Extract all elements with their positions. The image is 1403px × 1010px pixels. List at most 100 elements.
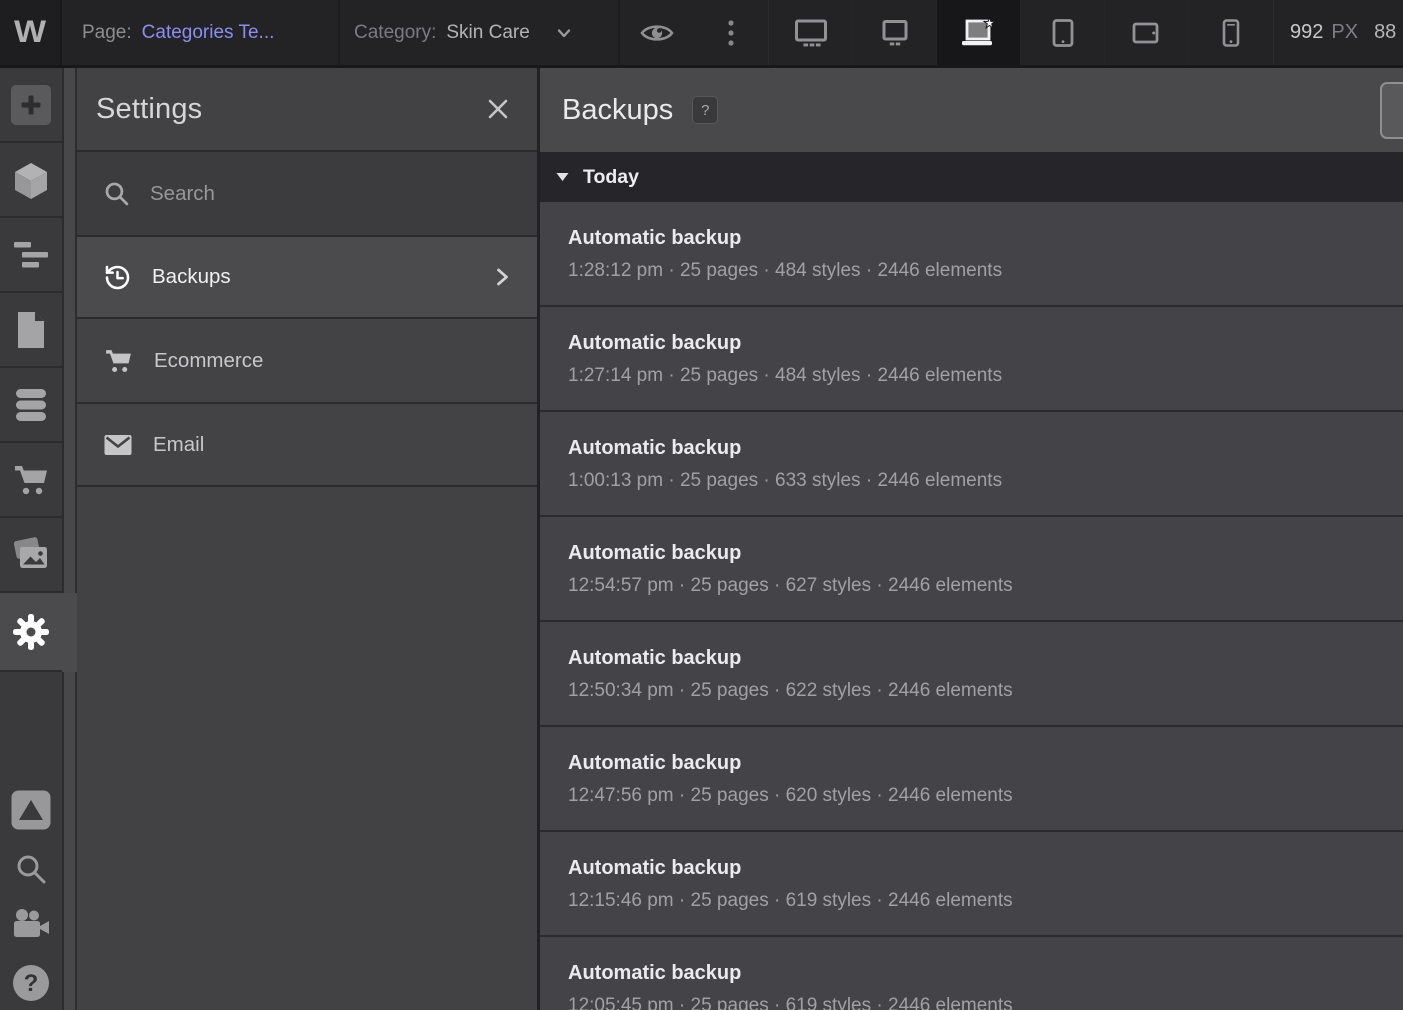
backup-item[interactable]: Automatic backup 12:05:45 pm · 25 pages … <box>540 937 1403 1010</box>
category-label: Category: <box>354 22 436 44</box>
more-menu-button[interactable] <box>693 0 768 65</box>
preview-button[interactable] <box>618 0 693 65</box>
backup-item-meta: 12:54:57 pm · 25 pages · 627 styles · 24… <box>568 575 1383 597</box>
breakpoint-tablet[interactable] <box>1021 0 1105 65</box>
settings-button-active[interactable] <box>0 593 62 672</box>
canvas-zoom-value[interactable]: 88 <box>1374 21 1396 44</box>
backup-item[interactable]: Automatic backup 1:27:14 pm · 25 pages ·… <box>540 307 1403 412</box>
backup-item[interactable]: Automatic backup 1:28:12 pm · 25 pages ·… <box>540 202 1403 307</box>
settings-item-label: Ecommerce <box>154 349 263 373</box>
webflow-designer: W Page: Categories Te... Category: Skin … <box>0 0 1403 1010</box>
history-icon <box>103 263 132 292</box>
breakpoint-desktop[interactable] <box>853 0 937 65</box>
video-tutorials-button[interactable] <box>11 907 51 941</box>
laptop-star-icon <box>959 16 999 50</box>
find-button[interactable] <box>14 852 48 886</box>
page-name-link[interactable]: Categories Te... <box>142 22 275 44</box>
backup-item-title: Automatic backup <box>568 962 1383 985</box>
webflow-logo[interactable]: W <box>0 0 62 65</box>
images-icon <box>11 537 51 573</box>
backup-item-meta: 12:05:45 pm · 25 pages · 619 styles · 24… <box>568 995 1383 1010</box>
navigator-button[interactable] <box>0 218 62 293</box>
backup-item-meta: 12:50:34 pm · 25 pages · 622 styles · 24… <box>568 680 1383 702</box>
chevron-right-icon <box>491 266 513 288</box>
backup-item[interactable]: Automatic backup 12:50:34 pm · 25 pages … <box>540 622 1403 727</box>
triangle-button-icon <box>10 789 52 831</box>
canvas-size-readout: 992 PX 88 <box>1274 0 1403 65</box>
backup-item-title: Automatic backup <box>568 857 1383 880</box>
video-camera-icon <box>11 907 51 941</box>
assets-button[interactable] <box>0 518 62 593</box>
question-mark-icon: ? <box>10 962 52 1004</box>
canvas-mode-button[interactable] <box>10 789 52 831</box>
backup-item-meta: 12:15:46 pm · 25 pages · 619 styles · 24… <box>568 890 1383 912</box>
ecommerce-button[interactable] <box>0 443 62 518</box>
settings-item-label: Backups <box>152 265 231 289</box>
canvas-width-value[interactable]: 992 <box>1290 21 1323 44</box>
breakpoint-tablet-landscape[interactable] <box>1105 0 1189 65</box>
page-breadcrumb[interactable]: Page: Categories Te... <box>62 0 338 65</box>
backup-group-label: Today <box>583 166 639 189</box>
backup-item[interactable]: Automatic backup 12:15:46 pm · 25 pages … <box>540 832 1403 937</box>
rail-spacer <box>0 672 62 789</box>
cart-icon <box>103 347 134 375</box>
settings-close-button[interactable] <box>485 96 511 122</box>
main-area: ? Settings Search <box>0 68 1403 1010</box>
envelope-icon <box>103 433 133 457</box>
pages-button[interactable] <box>0 293 62 368</box>
backups-panel-header: Backups ? <box>540 68 1403 152</box>
tablet-icon <box>1050 18 1076 48</box>
backup-item-title: Automatic backup <box>568 752 1383 775</box>
backup-item-title: Automatic backup <box>568 542 1383 565</box>
settings-item-label: Search <box>150 182 215 206</box>
settings-item-email[interactable]: Email <box>77 402 537 487</box>
backup-item-meta: 1:27:14 pm · 25 pages · 484 styles · 244… <box>568 365 1383 387</box>
close-icon <box>485 96 511 122</box>
backup-list: Automatic backup 1:28:12 pm · 25 pages ·… <box>540 202 1403 1010</box>
backup-item-meta: 12:47:56 pm · 25 pages · 620 styles · 24… <box>568 785 1383 807</box>
breakpoint-laptop-default[interactable] <box>937 0 1021 65</box>
phone-icon <box>1220 18 1242 48</box>
left-toolbar: ? <box>0 68 64 1010</box>
help-button[interactable]: ? <box>10 962 52 1004</box>
breakpoint-switcher <box>768 0 1274 65</box>
category-dropdown[interactable]: Category: Skin Care <box>338 0 618 65</box>
panel-gutter <box>64 68 77 1010</box>
breakpoint-phone[interactable] <box>1189 0 1273 65</box>
settings-item-search[interactable]: Search <box>77 150 537 235</box>
eye-icon <box>640 21 674 45</box>
backup-item-title: Automatic backup <box>568 332 1383 355</box>
gear-icon <box>11 612 51 652</box>
chevron-down-icon <box>554 23 574 43</box>
rail-bottom-group: ? <box>0 789 62 1010</box>
settings-item-ecommerce[interactable]: Ecommerce <box>77 317 537 402</box>
backup-item[interactable]: Automatic backup 1:00:13 pm · 25 pages ·… <box>540 412 1403 517</box>
magnifier-icon <box>14 852 48 886</box>
backups-help-badge[interactable]: ? <box>692 96 718 124</box>
topbar: W Page: Categories Te... Category: Skin … <box>0 0 1403 68</box>
backup-item[interactable]: Automatic backup 12:47:56 pm · 25 pages … <box>540 727 1403 832</box>
backup-item-title: Automatic backup <box>568 437 1383 460</box>
page-icon <box>14 310 48 350</box>
settings-item-backups[interactable]: Backups <box>77 235 537 317</box>
cms-button[interactable] <box>0 368 62 443</box>
plus-icon <box>10 84 52 126</box>
navigator-icon <box>12 240 50 270</box>
kebab-menu-icon <box>727 19 735 47</box>
cutoff-edge-button[interactable] <box>1380 82 1403 139</box>
webflow-logo-letter: W <box>14 15 46 51</box>
cube-icon <box>12 160 50 200</box>
backup-item-title: Automatic backup <box>568 227 1383 250</box>
svg-text:?: ? <box>24 970 39 997</box>
backup-item[interactable]: Automatic backup 12:54:57 pm · 25 pages … <box>540 517 1403 622</box>
backup-group-today[interactable]: Today <box>540 152 1403 202</box>
settings-panel-header: Settings <box>77 68 537 150</box>
add-element-button[interactable] <box>0 68 62 143</box>
settings-panel: Settings Search <box>77 68 540 1010</box>
backups-title: Backups <box>562 94 673 127</box>
breakpoint-desktop-large[interactable] <box>769 0 853 65</box>
caret-down-icon <box>555 171 570 183</box>
backup-item-meta: 1:00:13 pm · 25 pages · 633 styles · 244… <box>568 470 1383 492</box>
desktop-large-icon <box>794 18 828 48</box>
components-button[interactable] <box>0 143 62 218</box>
